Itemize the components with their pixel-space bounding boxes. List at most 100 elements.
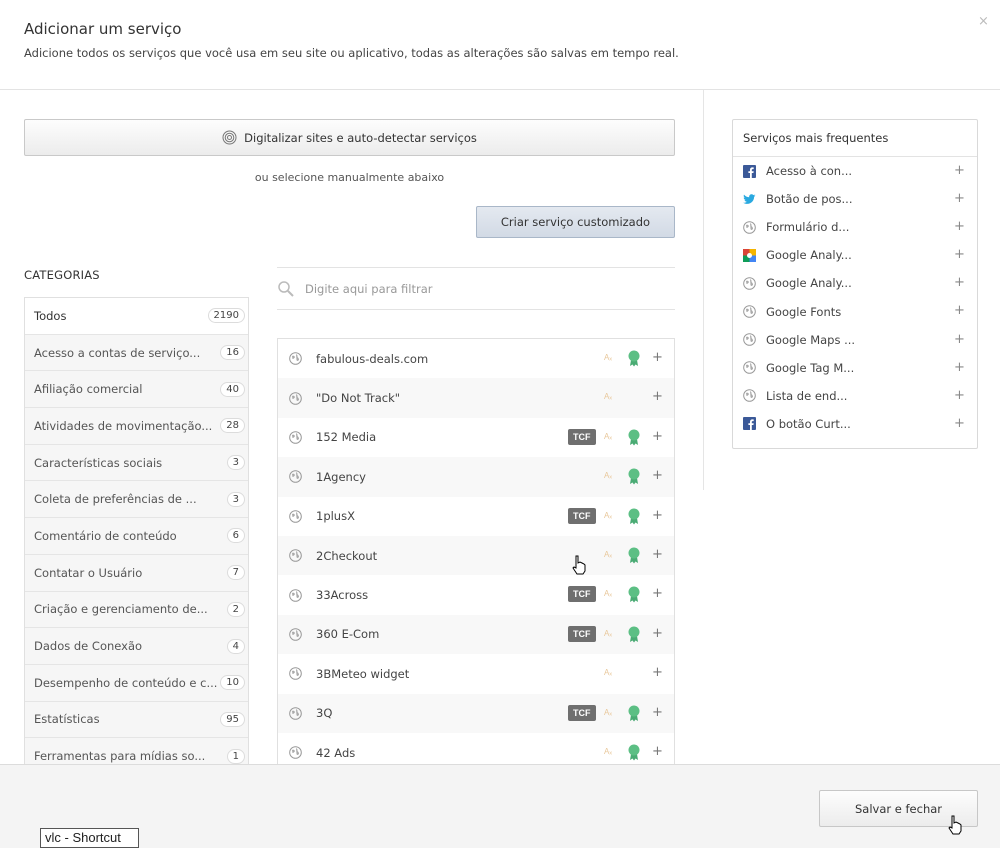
add-service-button[interactable]: +: [652, 744, 663, 759]
add-frequent-service-button[interactable]: +: [954, 163, 965, 178]
add-service-button[interactable]: +: [652, 468, 663, 483]
add-frequent-service-button[interactable]: +: [954, 416, 965, 431]
category-item[interactable]: Acesso a contas de serviço... 16: [25, 334, 248, 372]
scan-sites-button[interactable]: Digitalizar sites e auto-detectar serviç…: [24, 119, 675, 156]
add-frequent-service-button[interactable]: +: [954, 332, 965, 347]
frequent-service-item[interactable]: Acesso à con... +: [733, 157, 977, 185]
add-service-button[interactable]: +: [652, 626, 663, 641]
category-item[interactable]: Criação e gerenciamento de... 2: [25, 591, 248, 629]
award-icon: [628, 626, 640, 643]
tcf-badge: TCF: [568, 586, 596, 603]
add-frequent-service-button[interactable]: +: [954, 388, 965, 403]
categories-heading: CATEGORIAS: [24, 268, 100, 282]
globe-icon: [289, 509, 302, 523]
service-row[interactable]: 152 Media TCF Aₓ +: [278, 418, 674, 457]
service-row[interactable]: 42 Ads Aₓ +: [278, 733, 674, 765]
category-item[interactable]: Comentário de conteúdo 6: [25, 518, 248, 555]
category-label: Contatar o Usuário: [34, 565, 143, 580]
category-item[interactable]: Estatísticas 95: [25, 701, 248, 739]
category-count-badge: 40: [220, 381, 245, 397]
frequent-service-item[interactable]: Formulário d... +: [733, 213, 977, 241]
translation-icon: Aₓ: [604, 431, 612, 441]
frequent-service-item[interactable]: Lista de end... +: [733, 382, 977, 410]
add-frequent-service-button[interactable]: +: [954, 275, 965, 290]
frequent-service-item[interactable]: O botão Curt... +: [733, 410, 977, 438]
translation-icon: Aₓ: [604, 746, 612, 756]
add-service-button[interactable]: +: [652, 389, 663, 404]
category-item[interactable]: Características sociais 3: [25, 444, 248, 482]
service-row[interactable]: fabulous-deals.com Aₓ +: [278, 339, 674, 378]
filter-input[interactable]: [305, 281, 665, 296]
add-frequent-service-button[interactable]: +: [954, 303, 965, 318]
add-frequent-service-button[interactable]: +: [954, 360, 965, 375]
category-item[interactable]: Ferramentas para mídias so... 1: [25, 738, 248, 765]
service-row[interactable]: 33Across TCF Aₓ +: [278, 575, 674, 614]
category-item[interactable]: Todos 2190: [25, 298, 248, 335]
frequent-service-item[interactable]: Google Tag M... +: [733, 354, 977, 382]
frequent-service-item[interactable]: Google Maps ... +: [733, 326, 977, 354]
frequent-service-label: Botão de pos...: [766, 192, 853, 207]
service-row[interactable]: 3BMeteo widget Aₓ +: [278, 654, 674, 693]
service-name: 360 E-Com: [316, 627, 380, 642]
add-frequent-service-button[interactable]: +: [954, 219, 965, 234]
frequent-service-label: Google Maps ...: [766, 332, 856, 347]
category-count-badge: 4: [226, 638, 245, 654]
tcf-badge: TCF: [568, 704, 596, 721]
service-name: fabulous-deals.com: [316, 351, 429, 366]
add-frequent-service-button[interactable]: +: [954, 191, 965, 206]
category-count-badge: 7: [226, 565, 245, 581]
category-count-badge: 3: [226, 455, 245, 471]
service-row[interactable]: 3Q TCF Aₓ +: [278, 693, 674, 733]
globe-icon: [289, 628, 302, 641]
close-icon[interactable]: ×: [978, 14, 989, 29]
category-item[interactable]: Afiliação comercial 40: [25, 371, 248, 409]
add-service-button[interactable]: +: [652, 665, 663, 680]
globe-icon: [743, 333, 756, 346]
fingerprint-icon: [222, 130, 237, 145]
service-row[interactable]: 1plusX TCF Aₓ +: [278, 497, 674, 536]
category-count-badge: 28: [220, 418, 245, 434]
globe-icon: [743, 361, 756, 375]
category-item[interactable]: Dados de Conexão 4: [25, 628, 248, 665]
translation-icon: Aₓ: [604, 353, 612, 362]
globe-icon: [289, 588, 302, 602]
service-name: 2Checkout: [316, 548, 378, 563]
category-label: Coleta de preferências de ...: [34, 492, 197, 507]
tcf-badge: TCF: [568, 625, 596, 642]
category-label: Comentário de conteúdo: [34, 528, 177, 543]
add-service-button[interactable]: +: [652, 547, 663, 562]
service-row[interactable]: 360 E-Com TCF Aₓ +: [278, 614, 674, 655]
service-row[interactable]: 1Agency Aₓ +: [278, 457, 674, 497]
add-service-button[interactable]: +: [652, 350, 663, 365]
frequent-service-item[interactable]: Google Analy... +: [733, 241, 977, 269]
add-service-button[interactable]: +: [652, 508, 663, 523]
frequent-service-item[interactable]: Google Fonts +: [733, 297, 977, 325]
services-list: fabulous-deals.com Aₓ + "Do Not Track" Aₓ +15…: [277, 338, 675, 765]
service-row[interactable]: "Do Not Track" Aₓ +: [278, 378, 674, 418]
add-service-button[interactable]: +: [652, 586, 663, 601]
category-item[interactable]: Contatar o Usuário 7: [25, 554, 248, 592]
category-item[interactable]: Atividades de movimentação... 28: [25, 408, 248, 445]
frequent-services-title: Serviços mais frequentes: [733, 120, 977, 157]
category-item[interactable]: Desempenho de conteúdo e c... 10: [25, 664, 248, 702]
service-row[interactable]: 2Checkout Aₓ +: [278, 535, 674, 576]
award-icon: [628, 429, 640, 446]
service-name: "Do Not Track": [316, 391, 401, 406]
hand-cursor-icon: [948, 815, 962, 835]
service-name: 3BMeteo widget: [316, 666, 410, 681]
translation-icon: Aₓ: [604, 628, 612, 638]
modal-header: Adicionar um serviço Adicione todos os s…: [0, 0, 1000, 90]
add-service-button[interactable]: +: [652, 429, 663, 444]
frequent-service-item[interactable]: Botão de pos... +: [733, 185, 977, 213]
category-count-badge: 2190: [207, 308, 245, 324]
create-custom-service-button[interactable]: Criar serviço customizado: [476, 206, 675, 238]
tcf-badge: TCF: [568, 507, 596, 524]
category-item[interactable]: Coleta de preferências de ... 3: [25, 481, 248, 519]
add-service-button[interactable]: +: [652, 705, 663, 720]
category-label: Afiliação comercial: [34, 382, 143, 397]
frequent-service-label: Google Tag M...: [766, 360, 855, 375]
frequent-service-item[interactable]: Google Analy... +: [733, 269, 977, 297]
add-frequent-service-button[interactable]: +: [954, 247, 965, 262]
translation-icon: Aₓ: [604, 668, 612, 678]
modal-title: Adicionar um serviço: [24, 20, 182, 38]
